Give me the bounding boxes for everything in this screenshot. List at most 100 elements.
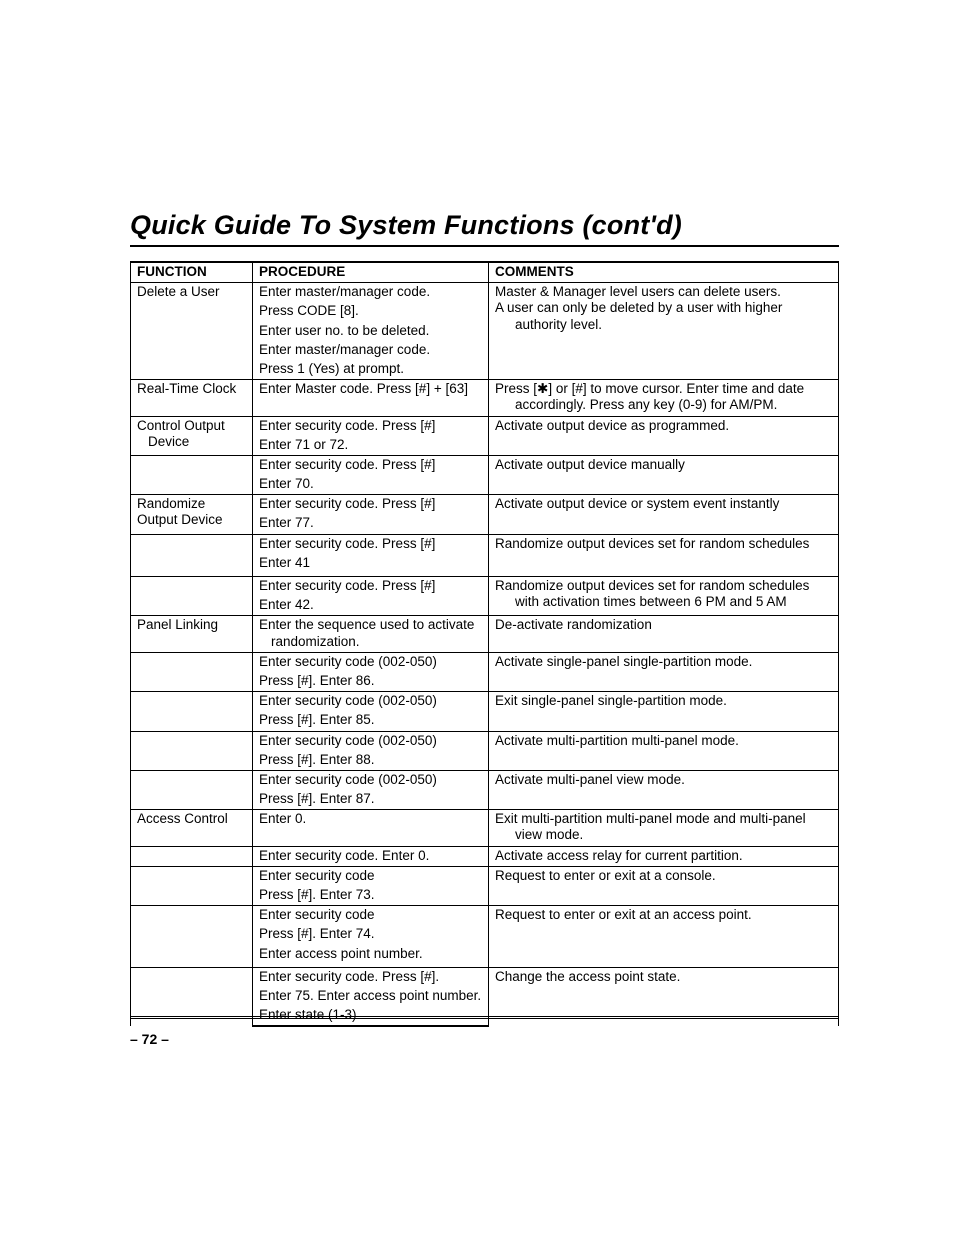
table-row: Access Control Enter 0. Exit multi-parti…: [131, 810, 839, 846]
cell-comments: Randomize output devices set for random …: [489, 577, 839, 616]
cell-procedure: Enter Master code. Press [#] + [63]: [253, 380, 489, 416]
cell-function: Panel Linking: [131, 616, 253, 652]
cell-comments: Request to enter or exit at an access po…: [489, 906, 839, 968]
cell-function: [131, 906, 253, 968]
cell-function: [131, 534, 253, 576]
table-row: Enter security code. Press [#]. Change t…: [131, 967, 839, 987]
cell-comments: De-activate randomization: [489, 616, 839, 652]
table-header-row: FUNCTION PROCEDURE COMMENTS: [131, 262, 839, 283]
cell-procedure: Enter 70.: [253, 475, 489, 495]
cell-procedure: Enter security code (002-050): [253, 731, 489, 751]
cell-procedure: Press [#]. Enter 86.: [253, 672, 489, 692]
page-footer: – 72 –: [130, 1016, 839, 1047]
cell-procedure: Enter security code (002-050): [253, 652, 489, 672]
table-row: Control Output Device Enter security cod…: [131, 416, 839, 436]
cell-comments: Exit single-panel single-partition mode.: [489, 692, 839, 731]
cell-comments: Exit multi-partition multi-panel mode an…: [489, 810, 839, 846]
cell-comments: Master & Manager level users can delete …: [489, 283, 839, 380]
cell-procedure: Enter master/manager code.: [253, 283, 489, 303]
cell-procedure: Press [#]. Enter 87.: [253, 790, 489, 810]
cell-function: [131, 866, 253, 905]
cell-comments: Activate output device manually: [489, 455, 839, 494]
table-row: Randomize Output Device Enter security c…: [131, 495, 839, 515]
table-row: Enter security code Request to enter or …: [131, 906, 839, 926]
cell-function: [131, 455, 253, 494]
cell-function: Randomize Output Device: [131, 495, 253, 534]
cell-procedure: Enter security code. Press [#]: [253, 416, 489, 436]
page-title: Quick Guide To System Functions (cont'd): [130, 210, 839, 247]
cell-procedure: Enter user no. to be deleted.: [253, 322, 489, 341]
text: A user can only be deleted by a user wit…: [495, 300, 832, 332]
header-comments: COMMENTS: [489, 262, 839, 283]
cell-procedure: Enter security code. Enter 0.: [253, 846, 489, 866]
cell-procedure: Enter the sequence used to activate rand…: [253, 616, 489, 652]
cell-comments: Randomize output devices set for random …: [489, 534, 839, 576]
page: Quick Guide To System Functions (cont'd)…: [0, 0, 954, 1235]
cell-function: Real-Time Clock: [131, 380, 253, 416]
text: Exit multi-partition multi-panel mode an…: [495, 811, 832, 843]
text: Master & Manager level users can delete …: [495, 284, 832, 300]
cell-procedure: Enter access point number.: [253, 945, 489, 964]
cell-procedure: Enter 0.: [253, 810, 489, 846]
cell-function: [131, 731, 253, 770]
cell-function: [131, 652, 253, 691]
cell-procedure: Press [#]. Enter 88.: [253, 751, 489, 771]
cell-procedure: Press [#]. Enter 74.: [253, 925, 489, 944]
table-row: Enter security code. Press [#] Activate …: [131, 455, 839, 475]
cell-procedure: Press [#]. Enter 73.: [253, 886, 489, 906]
header-procedure: PROCEDURE: [253, 262, 489, 283]
table-row: Real-Time Clock Enter Master code. Press…: [131, 380, 839, 416]
table-row: Delete a User Enter master/manager code.…: [131, 283, 839, 303]
cell-procedure: Enter 77.: [253, 514, 489, 534]
cell-procedure: Enter 75. Enter access point number.: [253, 987, 489, 1006]
cell-comments: Activate output device or system event i…: [489, 495, 839, 534]
cell-function: [131, 692, 253, 731]
cell-procedure: Enter 71 or 72.: [253, 436, 489, 456]
cell-comments: Activate single-panel single-partition m…: [489, 652, 839, 691]
table-row: Enter security code. Press [#] Randomize…: [131, 577, 839, 597]
cell-procedure: Enter security code. Press [#]: [253, 495, 489, 515]
cell-comments: Activate multi-partition multi-panel mod…: [489, 731, 839, 770]
text: Randomize output devices set for random …: [495, 536, 832, 552]
cell-procedure: Press CODE [8].: [253, 302, 489, 321]
table-row: Enter security code (002-050) Activate m…: [131, 731, 839, 751]
table-row: Enter security code (002-050) Exit singl…: [131, 692, 839, 712]
text: Randomize: [137, 496, 246, 512]
cell-function: [131, 846, 253, 866]
cell-comments: Activate access relay for current partit…: [489, 846, 839, 866]
cell-function: Access Control: [131, 810, 253, 846]
text: Press [✱] or [#] to move cursor. Enter t…: [495, 381, 832, 413]
text: Enter 75. Enter access point number.: [259, 988, 482, 1004]
text: Enter the sequence used to activate rand…: [259, 617, 482, 649]
cell-comments: Press [✱] or [#] to move cursor. Enter t…: [489, 380, 839, 416]
page-number: – 72 –: [130, 1031, 169, 1047]
text: Control Output: [137, 418, 246, 434]
cell-procedure: Enter security code. Press [#]: [253, 455, 489, 475]
functions-table: FUNCTION PROCEDURE COMMENTS Delete a Use…: [130, 261, 839, 1027]
cell-procedure: Enter security code. Press [#]: [253, 534, 489, 554]
cell-procedure: Enter security code: [253, 906, 489, 926]
cell-procedure: Press [#]. Enter 85.: [253, 711, 489, 731]
cell-procedure: Enter security code (002-050): [253, 770, 489, 790]
cell-procedure: Enter security code. Press [#].: [253, 967, 489, 987]
cell-procedure: Enter master/manager code.: [253, 341, 489, 360]
cell-procedure: Enter security code: [253, 866, 489, 886]
cell-function: [131, 770, 253, 809]
cell-comments: Request to enter or exit at a console.: [489, 866, 839, 905]
cell-function: Delete a User: [131, 283, 253, 380]
cell-comments: Activate multi-panel view mode.: [489, 770, 839, 809]
cell-procedure: Enter 42.: [253, 596, 489, 616]
cell-procedure: Enter security code (002-050): [253, 692, 489, 712]
cell-procedure: Press 1 (Yes) at prompt.: [253, 360, 489, 380]
cell-procedure: Enter 41: [253, 554, 489, 573]
cell-procedure: Enter security code. Press [#]: [253, 577, 489, 597]
text: Device: [137, 434, 246, 450]
text: Delete a User: [137, 284, 246, 300]
table-row: Enter security code Request to enter or …: [131, 866, 839, 886]
table-row: Enter security code. Enter 0. Activate a…: [131, 846, 839, 866]
table-row: Enter security code (002-050) Activate m…: [131, 770, 839, 790]
text: Output Device: [137, 512, 246, 528]
cell-comments: Activate output device as programmed.: [489, 416, 839, 455]
table-row: Enter security code (002-050) Activate s…: [131, 652, 839, 672]
text: Randomize output devices set for random …: [495, 578, 832, 610]
